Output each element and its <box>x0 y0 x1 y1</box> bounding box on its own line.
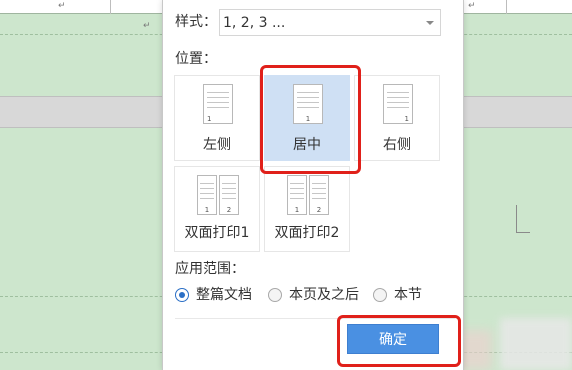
scope-radio-this-page-onward[interactable] <box>268 288 282 302</box>
position-duplex2-label: 双面打印2 <box>274 225 340 241</box>
scope-label: 应用范围： <box>175 261 245 277</box>
page-number-glyph: 2 <box>316 206 322 214</box>
page-right-number-icon: 1 <box>383 84 413 124</box>
style-select[interactable]: 1, 2, 3 ... <box>219 9 441 36</box>
scope-whole-document-label[interactable]: 整篇文档 <box>196 287 252 303</box>
position-left-label: 左侧 <box>203 137 231 153</box>
position-left-option[interactable]: 1 左侧 <box>174 75 260 161</box>
duplex-page-right-icon: 2 <box>219 175 239 215</box>
position-label: 位置： <box>175 51 217 67</box>
page-number-glyph: 2 <box>226 206 232 214</box>
page-left-number-icon: 1 <box>203 84 233 124</box>
page-number-glyph: 1 <box>204 206 210 214</box>
page-number-glyph: 1 <box>294 206 300 214</box>
paragraph-mark-icon: ↵ <box>468 1 476 11</box>
scope-this-page-onward-label[interactable]: 本页及之后 <box>289 287 359 303</box>
watermark-blur <box>500 318 572 370</box>
scope-radio-this-section[interactable] <box>373 288 387 302</box>
highlight-ok-button <box>337 315 461 367</box>
position-right-label: 右侧 <box>383 137 411 153</box>
scope-this-section-label[interactable]: 本节 <box>394 287 422 303</box>
page-number-glyph: 1 <box>207 115 212 123</box>
table-cell-divider <box>506 0 507 14</box>
position-right-option[interactable]: 1 右侧 <box>354 75 440 161</box>
duplex-page-left-icon: 1 <box>197 175 217 215</box>
duplex-page-right-icon: 2 <box>309 175 329 215</box>
highlight-center-option <box>260 65 361 174</box>
paragraph-mark-icon: ↵ <box>143 21 151 31</box>
duplex-page-left-icon: 1 <box>287 175 307 215</box>
paragraph-mark-icon: ↵ <box>58 1 66 11</box>
style-select-value: 1, 2, 3 ... <box>223 15 286 31</box>
style-label: 样式： <box>175 14 217 30</box>
chevron-down-icon <box>426 21 434 25</box>
position-duplex1-label: 双面打印1 <box>184 225 250 241</box>
scope-radio-whole-document[interactable] <box>175 288 189 302</box>
table-cell-divider <box>110 0 111 14</box>
position-duplex2-option[interactable]: 1 2 双面打印2 <box>264 166 350 252</box>
text-boundary-corner <box>516 205 530 233</box>
page-number-glyph: 1 <box>404 115 409 123</box>
position-duplex1-option[interactable]: 1 2 双面打印1 <box>174 166 260 252</box>
